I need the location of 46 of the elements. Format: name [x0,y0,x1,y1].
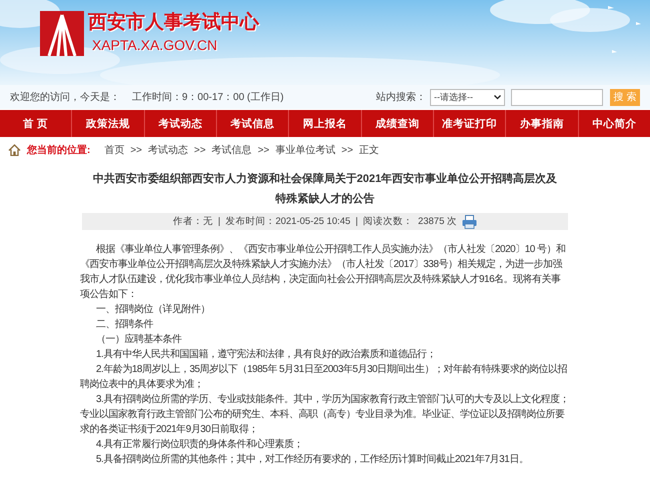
site-name: 西安市人事考试中心 [88,11,259,35]
article-paragraph: 1.具有中华人民共和国国籍，遵守宪法和法律，具有良好的政治素质和道德品行； [95,348,437,362]
breadcrumb-link[interactable]: 事业单位考试 [275,143,336,157]
meta-separator: | [355,216,358,227]
search-field[interactable] [511,88,603,106]
article-paragraph: 一、招聘岗位（详见附件） [95,302,211,317]
author-text: 作者：无 [172,215,213,228]
breadcrumb-link[interactable]: 考试动态 [148,143,188,157]
views-label: 阅读次数： [362,215,413,228]
article-paragraph: 3.具有招聘岗位所需的学历、专业或技能条件。其中，学历为国家教育行政主管部门认可的大专及以上文化程度；专业以国家教育行政主管部门公布的研究生、本科、高职（高专）专业目录为准。毕业证、学位证以及招聘岗位所要求的各类证书须于2021年9月30日前取得； [80,392,570,437]
article-paragraph: 二、招聘条件 [95,318,154,332]
logo-icon [40,11,84,56]
article-paragraph: 2.年龄为18周岁以上，35周岁以下（1985年 5月31日至2003年5月30日期间出生）；对年龄有特殊要求的岗位以招聘岗位表中的具体要求为准； [80,362,568,392]
breadcrumb-link[interactable]: 正文 [359,143,380,157]
article-title: 中共西安市委组织部西安市人力资源和社会保障局关于2021年西安市事业单位公开招聘高层次及特殊紧缺人才的公告 [92,172,558,207]
location-label: 您当前的位置: [27,144,90,157]
breadcrumb-separator: >> [194,144,206,156]
breadcrumb-separator: >> [258,144,270,156]
search-label: 站内搜索： [376,90,426,104]
article-paragraph: 根据《事业单位人事管理条例》、《西安市事业单位公开招聘工作人员实施办法》（市人社发〔2020〕10 号）和《西安市事业单位公开招聘高层次及特殊紧缺人才实施办法》（市人社发〔2017〕338号）相关规定，为进一步加强我市人才队伍建设，优化我市事业单位人员结构，决定面向社会公开招聘高层次及特殊紧缺人才916名。现将有关事项公告如下： [80,242,567,302]
nav-item[interactable]: 网上报名 [288,110,361,137]
meta-separator: | [218,216,220,227]
nav-item[interactable]: 首 页 [0,110,72,137]
nav-item[interactable]: 中心简介 [578,110,650,137]
site-domain: XAPTA.XA.GOV.CN [92,36,218,55]
nav-item[interactable]: 准考证打印 [432,110,506,137]
nav-item[interactable]: 政策法规 [71,110,144,137]
article-paragraph: 5.具备招聘岗位所需的其他条件；其中，对工作经历有要求的，工作经历计算时间截止2021年7月31日。 [95,452,530,467]
nav-item[interactable]: 办事指南 [505,110,578,137]
nav-item[interactable]: 成绩查询 [360,110,433,137]
welcome-text: 欢迎您的访问，今天是： [10,90,120,104]
article-paragraph: 4.具有正常履行岗位职责的身体条件和心理素质； [95,438,304,452]
article-paragraph: （一）应聘基本条件 [95,332,183,347]
caret-icon [494,94,501,100]
working-hours: 工作时间：9：00-17：00 (工作日) [132,90,284,104]
publish-time: 发布时间：2021-05-25 10:45 [225,215,350,228]
breadcrumb-link[interactable]: 首页 [104,143,124,157]
home-icon [8,144,21,156]
breadcrumb-link[interactable]: 考试信息 [212,143,252,157]
nav-item[interactable]: 考试信息 [216,110,288,137]
view-count: 23875 次 [418,215,457,228]
nav-item[interactable]: 考试动态 [144,110,216,137]
category-select[interactable]: --请选择-- [430,88,505,106]
breadcrumb-separator: >> [341,144,354,156]
printer-icon[interactable] [462,214,477,228]
breadcrumb-separator: >> [130,144,142,156]
